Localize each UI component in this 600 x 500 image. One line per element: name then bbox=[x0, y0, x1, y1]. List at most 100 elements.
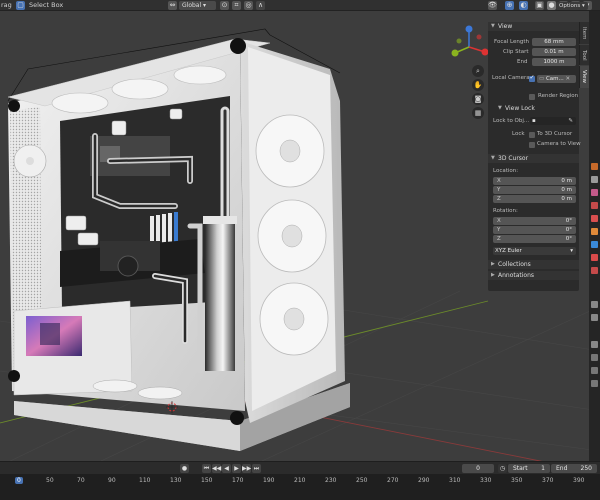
view-section-header[interactable]: ▼ View bbox=[488, 22, 579, 31]
next-keyframe-icon[interactable]: ▶▶ bbox=[242, 464, 251, 473]
extra-icon-1[interactable] bbox=[591, 301, 598, 308]
ruler-tick-label: 150 bbox=[201, 477, 213, 484]
ruler-tick-label: 250 bbox=[356, 477, 368, 484]
start-frame-field[interactable]: Start 1 bbox=[508, 464, 550, 473]
front-fans bbox=[255, 114, 329, 356]
render-region-checkbox[interactable] bbox=[529, 94, 535, 100]
camera-to-view-checkbox[interactable] bbox=[529, 142, 535, 148]
options-dropdown[interactable]: Options ▾ bbox=[556, 2, 588, 10]
sidebar-panel: ▼ View Focal Length 68 mm Clip Start 0.01… bbox=[488, 22, 581, 291]
pivot-icon[interactable]: ⊙ bbox=[220, 1, 229, 10]
record-icon[interactable]: ● bbox=[180, 464, 189, 473]
play-reverse-icon[interactable]: ◀ bbox=[222, 464, 231, 473]
scene-properties-icon[interactable] bbox=[591, 202, 598, 209]
rotation-label: Rotation: bbox=[493, 208, 518, 214]
tab-tool[interactable]: Tool bbox=[579, 45, 589, 65]
overlay-toggle-icon[interactable]: ◐ bbox=[519, 1, 528, 10]
falloff-icon[interactable]: ∧ bbox=[256, 1, 265, 10]
ruler-tick-label: 350 bbox=[511, 477, 523, 484]
transform-pivot-icon[interactable]: ⇔ bbox=[168, 1, 177, 10]
cursor-rotation-y[interactable]: Y 0° bbox=[493, 226, 576, 234]
local-camera-field[interactable]: ▭ Cam... ✕ bbox=[537, 75, 576, 83]
local-camera-checkbox[interactable] bbox=[529, 74, 535, 82]
world-properties-icon[interactable] bbox=[591, 215, 598, 222]
current-frame-field[interactable]: 0 bbox=[462, 464, 494, 473]
render-properties-icon[interactable] bbox=[591, 163, 598, 170]
proportional-edit-icon[interactable]: ◎ bbox=[244, 1, 253, 10]
prev-keyframe-icon[interactable]: ◀◀ bbox=[212, 464, 221, 473]
timeline-ruler[interactable]: 0 50 70 90 110 130 150 170 190 210 230 250 270 290 310… bbox=[0, 474, 600, 500]
clip-end-field[interactable]: 1000 m bbox=[532, 58, 576, 66]
ruler-tick-label: 270 bbox=[387, 477, 399, 484]
focal-length-field[interactable]: 68 mm bbox=[532, 38, 576, 46]
cursor-location-x[interactable]: X0 m bbox=[493, 177, 576, 185]
modifier-properties-icon[interactable] bbox=[591, 241, 598, 248]
ruler-tick-label: 230 bbox=[325, 477, 337, 484]
local-camera-label: Local Camera bbox=[492, 75, 530, 81]
ruler-tick-label: 310 bbox=[449, 477, 461, 484]
extra-icon-6[interactable] bbox=[591, 380, 598, 387]
tab-item[interactable]: Item bbox=[579, 22, 589, 44]
pan-hand-icon[interactable]: ✋ bbox=[472, 79, 484, 91]
output-properties-icon[interactable] bbox=[591, 176, 598, 183]
clip-start-label: Clip Start bbox=[503, 49, 529, 55]
ruler-tick-label: 210 bbox=[294, 477, 306, 484]
lock-to-object-field[interactable]: ▪ ✎ bbox=[530, 117, 576, 125]
extra-icon-3[interactable] bbox=[591, 341, 598, 348]
cursor-location-z[interactable]: Z0 m bbox=[493, 195, 576, 203]
shading-solid-icon[interactable]: ● bbox=[547, 1, 556, 10]
render-region-label: Render Region bbox=[538, 93, 579, 99]
to-3d-cursor-checkbox[interactable] bbox=[529, 132, 535, 138]
camera-view-icon[interactable]: ◙ bbox=[472, 93, 484, 105]
clip-start-field[interactable]: 0.01 m bbox=[532, 48, 576, 56]
extra-icon-5[interactable] bbox=[591, 367, 598, 374]
jump-end-icon[interactable]: ⏭ bbox=[252, 464, 261, 473]
extra-icon-4[interactable] bbox=[591, 354, 598, 361]
cursor-location-y[interactable]: Y0 m bbox=[493, 186, 576, 194]
3d-viewport[interactable]: ⌕ ✋ ◙ ▦ ▼ View Focal Length 68 mm Clip St… bbox=[0, 11, 600, 461]
cursor-rotation-z[interactable]: Z 0° bbox=[493, 235, 576, 243]
jump-start-icon[interactable]: ⏮ bbox=[202, 464, 211, 473]
clip-end-label: End bbox=[517, 59, 528, 65]
to-3d-cursor-label: To 3D Cursor bbox=[537, 131, 573, 137]
view-layer-icon[interactable] bbox=[591, 189, 598, 196]
object-properties-icon[interactable] bbox=[591, 228, 598, 235]
view-object-types-icon[interactable]: 👁 bbox=[488, 1, 497, 10]
camera-to-view-label: Camera to View bbox=[537, 141, 581, 147]
tab-view[interactable]: View bbox=[579, 66, 589, 88]
material-properties-icon[interactable] bbox=[591, 254, 598, 261]
ruler-tick-label: 190 bbox=[263, 477, 275, 484]
3d-cursor-section-header[interactable]: ▼ 3D Cursor bbox=[488, 154, 579, 163]
ruler-tick-label: 370 bbox=[542, 477, 554, 484]
preview-range-icon[interactable]: ◷ bbox=[498, 464, 507, 473]
ruler-tick-label: 50 bbox=[46, 477, 54, 484]
collections-section-header[interactable]: ▶ Collections bbox=[488, 260, 579, 269]
tool-label[interactable]: rag bbox=[1, 1, 12, 9]
cursor-rotation-x[interactable]: X 0° bbox=[493, 217, 576, 225]
view-lock-header[interactable]: ▼ View Lock bbox=[488, 104, 579, 113]
location-label: Location: bbox=[493, 168, 519, 174]
perspective-grid-icon[interactable]: ▦ bbox=[472, 107, 484, 119]
select-box-icon[interactable]: ▢ bbox=[16, 1, 25, 10]
timeline-header: ● ⏮ ◀◀ ◀ ▶ ▶▶ ⏭ 0 ◷ Start 1 End 250 bbox=[0, 461, 600, 474]
snap-icon[interactable]: ⌗ bbox=[232, 1, 241, 10]
xray-icon[interactable]: ▣ bbox=[535, 1, 544, 10]
properties-strip bbox=[589, 11, 600, 461]
gizmo-toggle-icon[interactable]: ⊕ bbox=[505, 1, 514, 10]
zoom-icon[interactable]: ⌕ bbox=[472, 65, 484, 77]
select-mode-label[interactable]: Select Box bbox=[29, 1, 63, 9]
ruler-tick-label: 170 bbox=[232, 477, 244, 484]
extra-icon-2[interactable] bbox=[591, 314, 598, 321]
end-frame-field[interactable]: End 250 bbox=[551, 464, 597, 473]
play-icon[interactable]: ▶ bbox=[232, 464, 241, 473]
annotations-section-header[interactable]: ▶ Annotations bbox=[488, 271, 579, 280]
ruler-tick-label: 390 bbox=[573, 477, 585, 484]
navigation-gizmo[interactable] bbox=[447, 25, 491, 69]
orientation-dropdown[interactable]: Global ▾ bbox=[179, 1, 216, 10]
rotation-mode-dropdown[interactable]: XYZ Euler ▾ bbox=[493, 247, 576, 255]
texture-properties-icon[interactable] bbox=[591, 267, 598, 274]
ruler-tick-label: 330 bbox=[480, 477, 492, 484]
ruler-tick-label: 90 bbox=[108, 477, 116, 484]
ruler-tick-label: 0 bbox=[15, 477, 23, 484]
ruler-tick-label: 290 bbox=[418, 477, 430, 484]
